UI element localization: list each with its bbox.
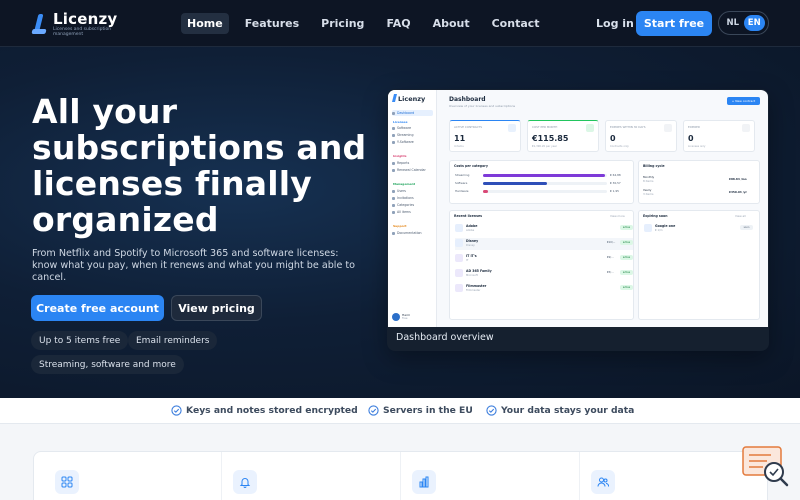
preview-group-licenses: Licenses [393, 120, 408, 124]
users-icon [591, 470, 615, 494]
preview-nav-reports: Reports [392, 160, 409, 166]
recent-row: Adobe Adobe active [455, 223, 633, 235]
kpi-expiring: EXPIRES WITHIN 30 DAYS 0 Contracts only [605, 120, 677, 152]
site-header: Licenzy Licenses and subscription manage… [0, 0, 800, 47]
kpi-active-contracts: ACTIVE CONTRACTS 11 4 items [449, 120, 521, 152]
feature-card [401, 452, 580, 500]
feature-card [34, 452, 222, 500]
chip-categories: Streaming, software and more [31, 355, 184, 374]
trust-your-data: Your data stays your data [486, 405, 634, 416]
check-circle-icon [486, 405, 497, 416]
panel-cost-by-category: Costs per category Streaming € 62,88 Sof… [449, 160, 634, 204]
view-pricing-button[interactable]: View pricing [171, 295, 262, 321]
trust-strip: Keys and notes stored encrypted Servers … [0, 398, 800, 424]
trust-eu-servers: Servers in the EU [368, 405, 473, 416]
help-widget[interactable] [741, 445, 791, 491]
main-nav: Home Features Pricing FAQ About Contact [181, 13, 556, 34]
preview-caption: Dashboard overview [396, 332, 494, 343]
preview-user-avatar [392, 313, 400, 321]
lang-en[interactable]: EN [743, 15, 765, 31]
preview-nav-streaming: Streaming [392, 132, 413, 138]
preview-nav-y-software: Y-Software [392, 139, 414, 145]
nav-home[interactable]: Home [181, 13, 229, 34]
trust-encrypted: Keys and notes stored encrypted [171, 405, 358, 416]
grid-icon [55, 470, 79, 494]
feature-cards [33, 451, 768, 500]
preview-add-button: + New contract [727, 97, 760, 105]
preview-nav-all-items: All items [392, 209, 411, 215]
kpi-expired: EXPIRED 0 Licenses only [683, 120, 755, 152]
brand-tagline: Licenses and subscription management [53, 27, 112, 37]
panel-expiring-soon: Expiring soon View all Google one € 1/m so… [638, 210, 760, 320]
nav-contact[interactable]: Contact [486, 13, 546, 34]
preview-nav-software: Software [392, 125, 411, 131]
preview-nav-renewal: Renewal Calendar [392, 167, 426, 173]
feature-card [222, 452, 401, 500]
brand-logo[interactable]: Licenzy Licenses and subscription manage… [31, 10, 123, 37]
bell-icon [233, 470, 257, 494]
category-bar-fill [483, 182, 548, 185]
recent-row: IT IT's IT €9/... active [455, 253, 633, 265]
category-bar-fill [483, 190, 488, 193]
create-account-button[interactable]: Create free account [31, 295, 164, 321]
preview-group-insights: Insights [393, 154, 407, 158]
dashboard-screenshot: Licenzy Dashboard Licenses Software Stre… [388, 90, 768, 327]
bar-chart-icon [412, 470, 436, 494]
preview-logo: Licenzy [392, 94, 425, 103]
check-circle-icon [171, 405, 182, 416]
chip-email-reminders: Email reminders [128, 331, 218, 350]
preview-subtitle: Overview of your licenses and subscripti… [449, 104, 516, 108]
panel-recent-licenses: Recent licenses View more Adobe Adobe acti… [449, 210, 634, 320]
preview-nav-dashboard: Dashboard [392, 110, 433, 116]
kpi-icon [664, 124, 672, 132]
lang-nl[interactable]: NL [722, 15, 744, 31]
preview-sidebar: Licenzy Dashboard Licenses Software Stre… [388, 90, 437, 327]
preview-nav-categories: Categories [392, 202, 414, 208]
category-bar-fill [483, 174, 605, 177]
hero-lead: From Netflix and Spotify to Microsoft 36… [32, 248, 356, 283]
brand-name: Licenzy [53, 10, 118, 28]
preview-nav-docs: Documentation [392, 230, 422, 236]
preview-main: Dashboard Overview of your licenses and … [437, 90, 768, 327]
category-bar-row: Hardware € 1,95 [455, 189, 619, 193]
login-link[interactable]: Log in [596, 17, 634, 30]
preview-title: Dashboard [449, 96, 486, 103]
kpi-icon [586, 124, 594, 132]
kpi-icon [742, 124, 750, 132]
hero-section: All your subscriptions and licenses fina… [0, 47, 800, 398]
check-circle-icon [368, 405, 379, 416]
hero-title: All your subscriptions and licenses fina… [32, 92, 367, 239]
preview-user-plan: Free [402, 317, 408, 320]
nav-pricing[interactable]: Pricing [315, 13, 370, 34]
licenzy-logo-icon [31, 13, 49, 36]
nav-features[interactable]: Features [239, 13, 305, 34]
recent-row: Filmmaster Filmmaster active [455, 283, 633, 295]
recent-row: Disney Disney €10/... active [455, 238, 633, 250]
language-switch: NL EN [718, 11, 769, 35]
preview-group-management: Management [393, 182, 416, 186]
chip-free-items: Up to 5 items free [31, 331, 129, 350]
preview-nav-invitations: Invitations [392, 195, 414, 201]
recent-row: AD 365 Family Microsoft €5/... active [455, 268, 633, 280]
kpi-cost-per-month: COST PER MONTH €115.85 €1,390.20 per yea… [527, 120, 599, 152]
panel-billing-cycle: Billing cycle Monthly 8 items €88.84 /mo… [638, 160, 760, 204]
preview-nav-users: Users [392, 188, 406, 194]
nav-about[interactable]: About [427, 13, 476, 34]
category-bar-row: Software € 30,57 [455, 181, 621, 185]
expiring-row: Google one € 1/m soon [644, 223, 756, 235]
kpi-icon [508, 124, 516, 132]
nav-faq[interactable]: FAQ [380, 13, 416, 34]
dashboard-preview: Licenzy Dashboard Licenses Software Stre… [387, 89, 769, 351]
category-bar-row: Streaming € 62,88 [455, 173, 621, 177]
preview-group-support: Support [393, 224, 407, 228]
start-free-button[interactable]: Start free [636, 11, 712, 36]
help-search-icon [742, 446, 789, 487]
